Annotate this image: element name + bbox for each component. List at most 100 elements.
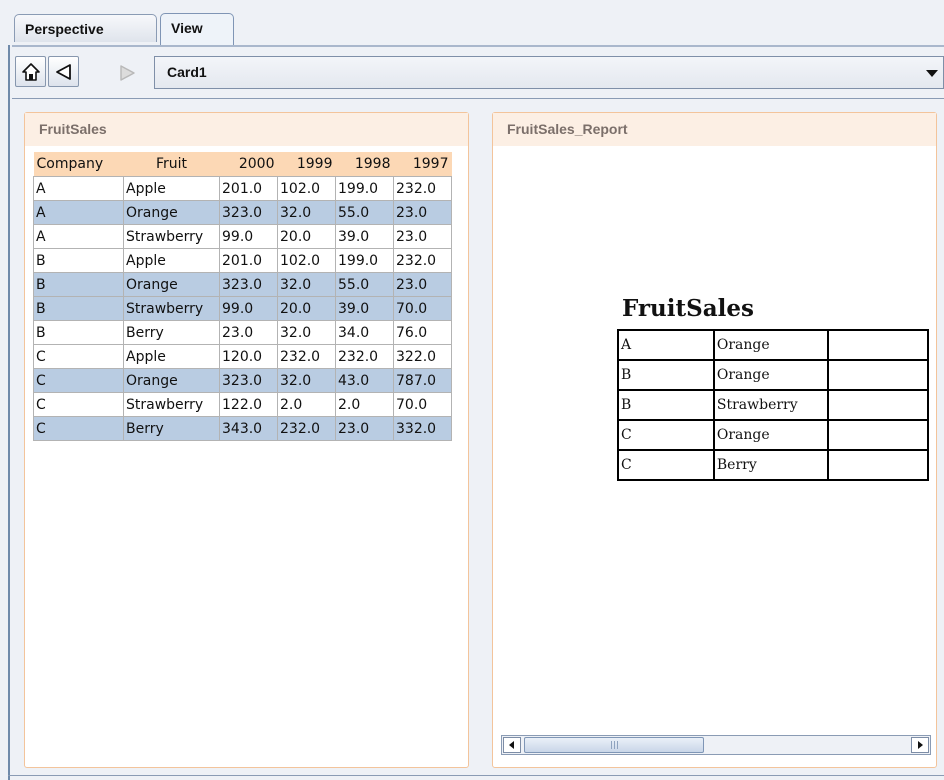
table-cell[interactable]: 102.0 [277,248,336,273]
table-cell[interactable]: 232.0 [277,344,336,369]
table-row[interactable]: C Strawberry 122.0 2.0 2.0 70.0 [33,392,452,417]
table-cell[interactable]: 343.0 [219,416,278,441]
table-cell[interactable]: 39.0 [335,224,394,249]
table-cell[interactable]: Orange [123,272,220,297]
tab-strip: Perspective View [0,0,944,47]
table-cell[interactable]: 32.0 [277,272,336,297]
table-row[interactable]: B Orange 323.0 32.0 55.0 23.0 [33,272,452,297]
table-cell[interactable]: 32.0 [277,320,336,345]
table-cell[interactable]: 201.0 [219,176,278,201]
table-row[interactable]: A Apple 201.0 102.0 199.0 232.0 [33,176,452,201]
table-cell[interactable]: Orange [123,200,220,225]
table-cell[interactable]: B [33,320,124,345]
table-cell[interactable]: 102.0 [277,176,336,201]
table-cell[interactable]: Berry [123,320,220,345]
table-cell[interactable]: 23.0 [393,272,452,297]
scroll-left-button[interactable] [503,737,521,753]
table-cell[interactable]: 99.0 [219,296,278,321]
table-row[interactable]: B Berry 23.0 32.0 34.0 76.0 [33,320,452,345]
table-cell[interactable]: 201.0 [219,248,278,273]
table-cell[interactable]: Apple [123,344,220,369]
table-row[interactable]: C Orange 323.0 32.0 43.0 787.0 [33,368,452,393]
table-cell[interactable]: 43.0 [335,368,394,393]
table-cell[interactable]: 232.0 [277,416,336,441]
table-cell[interactable]: 323.0 [219,368,278,393]
table-cell[interactable]: 199.0 [335,248,394,273]
table-cell[interactable]: 55.0 [335,200,394,225]
table-cell[interactable]: B [33,248,124,273]
column-header[interactable]: 1998 [335,152,394,177]
table-cell[interactable]: Strawberry [123,392,220,417]
table-cell[interactable]: 322.0 [393,344,452,369]
forward-arrow-icon[interactable] [117,63,137,83]
column-header[interactable]: 2000 [219,152,278,177]
table-cell[interactable]: Apple [123,248,220,273]
table-cell[interactable]: 20.0 [277,224,336,249]
report-cell: Orange [712,359,830,391]
table-cell[interactable]: 99.0 [219,224,278,249]
table-cell[interactable]: 70.0 [393,392,452,417]
table-cell[interactable]: 199.0 [335,176,394,201]
column-header[interactable]: Fruit [123,152,220,177]
scroll-right-button[interactable] [911,737,929,753]
table-row[interactable]: B Strawberry 99.0 20.0 39.0 70.0 [33,296,452,321]
table-cell[interactable]: Apple [123,176,220,201]
table-cell[interactable]: 23.0 [219,320,278,345]
table-cell[interactable]: B [33,296,124,321]
table-row[interactable]: B Apple 201.0 102.0 199.0 232.0 [33,248,452,273]
table-cell[interactable]: C [33,416,124,441]
table-cell[interactable]: 787.0 [393,368,452,393]
table-cell[interactable]: 23.0 [393,224,452,249]
report-cell: C [617,419,715,451]
table-row[interactable]: A Strawberry 99.0 20.0 39.0 23.0 [33,224,452,249]
table-cell[interactable]: Strawberry [123,296,220,321]
table-cell[interactable]: 70.0 [393,296,452,321]
table-cell[interactable]: 122.0 [219,392,278,417]
table-cell[interactable]: 232.0 [393,248,452,273]
table-cell[interactable]: Strawberry [123,224,220,249]
table-cell[interactable]: 323.0 [219,272,278,297]
table-cell[interactable]: 34.0 [335,320,394,345]
table-row[interactable]: A Orange 323.0 32.0 55.0 23.0 [33,200,452,225]
back-button[interactable] [48,56,79,87]
table-cell[interactable]: A [33,224,124,249]
column-header[interactable]: 1999 [277,152,336,177]
chevron-down-icon[interactable] [925,68,939,78]
tab-view[interactable]: View [160,13,234,46]
table-cell[interactable]: 23.0 [335,416,394,441]
fruitsales-pane: FruitSales Company Fruit 2000 1999 1998 … [24,112,469,768]
table-row[interactable]: C Apple 120.0 232.0 232.0 322.0 [33,344,452,369]
table-cell[interactable]: 2.0 [335,392,394,417]
column-header[interactable]: Company [33,152,124,177]
card-select[interactable]: Card1 [154,56,944,89]
report-cell [827,419,929,451]
table-cell[interactable]: 76.0 [393,320,452,345]
table-cell[interactable]: C [33,368,124,393]
table-cell[interactable]: A [33,200,124,225]
scroll-thumb[interactable] [524,737,704,753]
tab-perspective[interactable]: Perspective [14,14,157,42]
table-cell[interactable]: 332.0 [393,416,452,441]
table-cell[interactable]: 120.0 [219,344,278,369]
table-cell[interactable]: 55.0 [335,272,394,297]
table-cell[interactable]: 323.0 [219,200,278,225]
table-cell[interactable]: 32.0 [277,368,336,393]
table-cell[interactable]: 232.0 [393,176,452,201]
table-cell[interactable]: C [33,392,124,417]
table-cell[interactable]: 232.0 [335,344,394,369]
table-cell[interactable]: A [33,176,124,201]
column-header[interactable]: 1997 [393,152,452,177]
table-cell[interactable]: 23.0 [393,200,452,225]
home-button[interactable] [15,56,46,87]
report-cell [827,329,929,361]
table-cell[interactable]: 20.0 [277,296,336,321]
table-row[interactable]: C Berry 343.0 232.0 23.0 332.0 [33,416,452,441]
table-cell[interactable]: 39.0 [335,296,394,321]
table-cell[interactable]: B [33,272,124,297]
table-cell[interactable]: 2.0 [277,392,336,417]
table-cell[interactable]: Berry [123,416,220,441]
table-cell[interactable]: 32.0 [277,200,336,225]
table-cell[interactable]: Orange [123,368,220,393]
table-cell[interactable]: C [33,344,124,369]
horizontal-scrollbar[interactable] [501,735,931,755]
